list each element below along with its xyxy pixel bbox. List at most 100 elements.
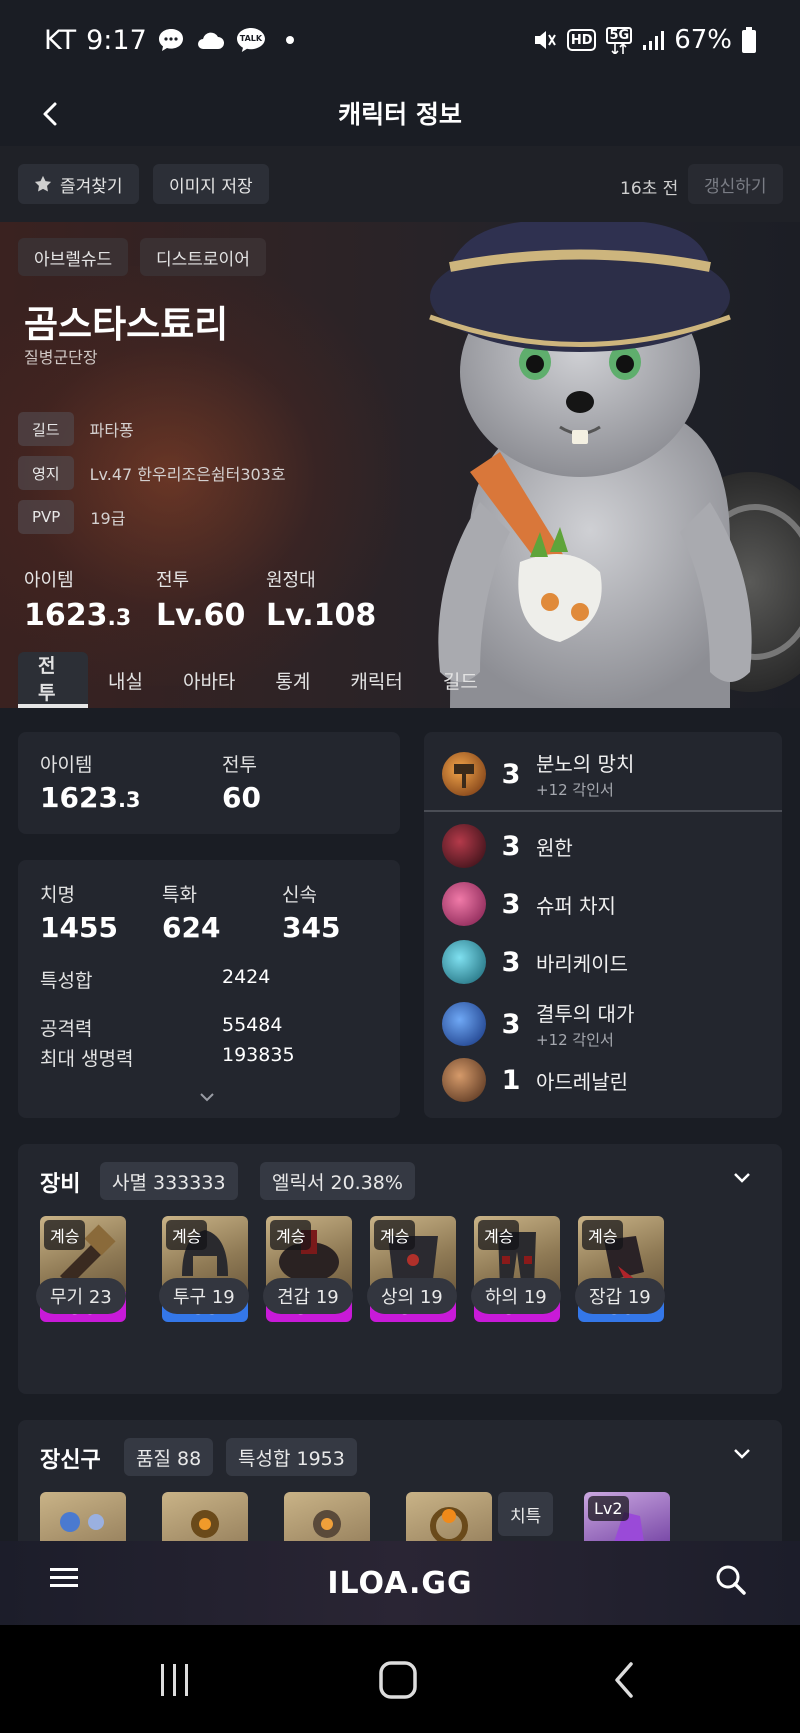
hamburger-icon [50,1568,78,1587]
engraving-name: 분노의 망치 [536,752,635,776]
chat-bubble-icon [157,27,185,53]
succession-tag: 계승 [44,1220,86,1250]
engraving-row[interactable]: 3 슈퍼 차지 [442,882,616,926]
combat-level-group: 전투 Lv.60 [156,566,245,633]
engraving-level: 3 [501,1008,521,1040]
recent-apps-button[interactable] [145,1655,205,1705]
attack-value: 55484 [222,1014,283,1036]
character-title: 질병군단장 [24,348,98,367]
tab-combat[interactable]: 전투 [18,652,88,708]
favorite-button[interactable]: 즐겨찾기 [18,164,139,204]
summary-item-main: 1623 [40,781,118,814]
succession-tag: 계승 [166,1220,208,1250]
tab-statistics[interactable]: 통계 [255,652,330,708]
elixir-text: 엘릭서 20.38% [272,1171,403,1194]
accessory-quality-text: 품질 88 [136,1447,202,1470]
chest-name: 상의 19 [367,1278,457,1314]
hammer-engraving-icon [442,752,486,796]
battery-percent: 67% [674,25,732,55]
earring-icon [191,1510,219,1538]
expand-stats-button[interactable] [199,1088,215,1107]
attack-label: 공격력 [40,1018,93,1040]
engraving-book: +12 각인서 [536,781,614,799]
ability-stone-item[interactable]: Lv2 [584,1492,670,1542]
crit-spec-text: 치특 [510,1506,542,1527]
carrier-text: KT [44,24,77,56]
equipment-panel: 장비 사멸 333333 엘릭서 20.38% 계승 90 계승 88 계승 9… [18,1144,782,1394]
back-button[interactable] [28,92,72,136]
earring-item[interactable] [162,1492,248,1542]
ring-item[interactable] [406,1492,492,1542]
barricade-engraving-icon [442,940,486,984]
app-logo[interactable]: ILOA.GG [327,1566,472,1601]
succession-tag: 계승 [270,1220,312,1250]
network-type-label: 5G [606,26,633,44]
accessory-stat-text: 특성합 1953 [238,1447,345,1470]
last-updated-text: 16초 전 [620,179,679,199]
recent-apps-icon [161,1664,188,1696]
engraving-row[interactable]: 3 결투의 대가 +12 각인서 [442,998,634,1050]
shoulder-name: 견갑 19 [263,1278,353,1314]
home-icon [379,1661,417,1699]
menu-button[interactable] [48,1565,80,1595]
chevron-left-icon [43,102,57,126]
crit-spec-tag: 치특 [498,1492,554,1536]
favorite-label: 즐겨찾기 [60,176,123,197]
engraving-divider [424,810,782,812]
engraving-name: 원한 [536,835,573,860]
engraving-row[interactable]: 3 바리케이드 [442,940,628,984]
crit-value: 1455 [40,911,118,944]
engraving-row[interactable]: 3 원한 [442,824,573,868]
necklace-item[interactable] [40,1492,126,1542]
expand-accessories-button[interactable] [732,1446,752,1465]
character-avatar [410,220,800,708]
set-effect-text: 사멸 333333 [112,1171,226,1194]
engraving-book: +12 각인서 [536,1031,614,1049]
hd-icon: HD [566,29,597,51]
tab-avatar[interactable]: 아바타 [163,652,255,708]
mute-icon [531,27,557,53]
tab-collection[interactable]: 내실 [88,652,163,708]
expand-equipment-button[interactable] [732,1170,752,1189]
search-button[interactable] [714,1563,748,1601]
earring-item[interactable] [284,1492,370,1542]
tab-bar: 전투 내실 아바타 통계 캐릭터 길드 [18,652,498,708]
helmet-name: 투구 19 [159,1278,249,1314]
system-back-button[interactable] [594,1655,654,1705]
stats-panel: 치명 1455 특화 624 신속 345 특성합 2424 공격력 55484… [18,860,400,1118]
max-hp-value: 193835 [222,1044,295,1066]
tab-guild[interactable]: 길드 [423,652,498,708]
talk-icon-label: TALK [239,34,263,43]
summary-item-value: 1623.3 [40,781,141,814]
server-tag: 아브렐슈드 [18,238,129,276]
engraving-name: 슈퍼 차지 [536,893,616,918]
summary-item-label: 아이템 [40,754,93,776]
page-title: 캐릭터 정보 [338,100,462,129]
succession-tag: 계승 [374,1220,416,1250]
combat-level-value: Lv.60 [156,598,246,633]
stronghold-label: 영지 [18,456,74,490]
engraving-row[interactable]: 3 분노의 망치 +12 각인서 [442,748,634,800]
engraving-name: 바리케이드 [536,951,628,976]
succession-tag: 계승 [582,1220,624,1250]
engraving-row[interactable]: 1 아드레날린 [442,1058,628,1102]
refresh-button[interactable]: 갱신하기 [688,164,783,204]
status-bar: KT 9:17 TALK HD 5G 67% [0,0,800,80]
guild-row: 길드 파타퐁 [18,412,134,446]
home-button[interactable] [368,1655,428,1705]
tab-characters[interactable]: 캐릭터 [330,652,422,708]
character-name: 곰스타스툐리 [24,303,229,346]
engraving-level: 3 [501,888,521,920]
app-bottom-bar: ILOA.GG [0,1541,800,1625]
ring-icon [430,1507,468,1542]
top-navigation: 캐릭터 정보 [0,80,800,146]
engravings-panel: 3 분노의 망치 +12 각인서 3 원한 3 슈퍼 차지 3 바리케이드 3 … [424,732,782,1118]
accessories-title: 장신구 [40,1448,101,1473]
adrenaline-engraving-icon [442,1058,486,1102]
save-image-button[interactable]: 이미지 저장 [153,164,269,204]
stronghold-row: 영지 Lv.47 한우리조은쉼터303호 [18,456,286,490]
crit-label: 치명 [40,884,75,906]
summary-combat-value: 60 [222,781,261,814]
stat-total-label: 특성합 [40,970,93,992]
clock-text: 9:17 [86,24,147,56]
